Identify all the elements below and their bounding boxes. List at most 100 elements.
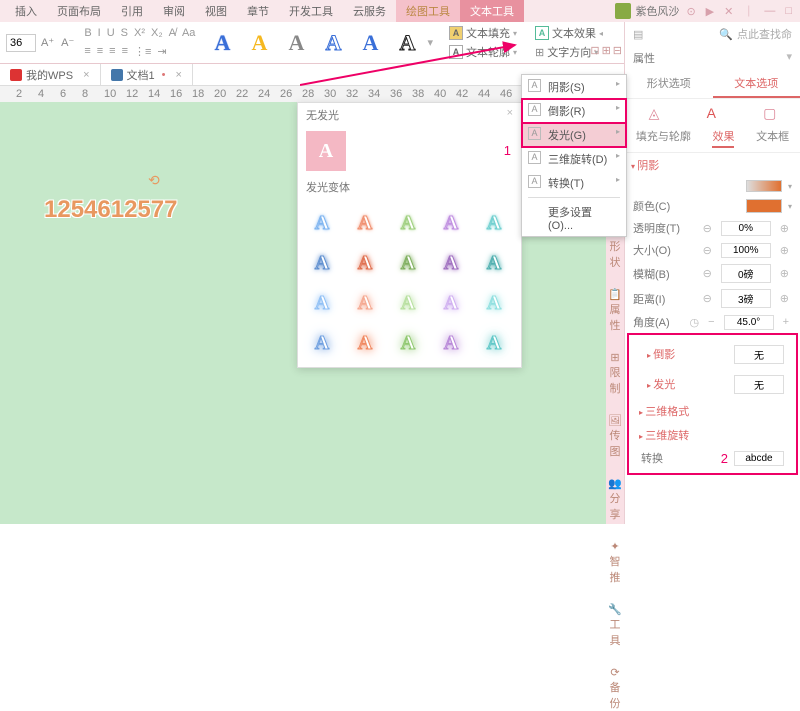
sect-glow[interactable]: 发光 xyxy=(641,372,728,396)
case-icon[interactable]: Aa xyxy=(180,25,197,41)
rotate-handle[interactable] xyxy=(148,172,158,182)
avatar[interactable] xyxy=(615,3,631,19)
maximize-icon[interactable]: □ xyxy=(782,5,795,17)
glow-option[interactable]: A xyxy=(390,325,426,361)
tab-text-tools[interactable]: 文本工具 xyxy=(460,0,524,22)
close-icon[interactable]: × xyxy=(175,69,181,81)
italic-icon[interactable]: I xyxy=(96,25,103,41)
panel-search[interactable]: ▤🔍点此查找命 xyxy=(625,22,800,46)
style-a[interactable]: A xyxy=(279,28,313,58)
ptab-shape[interactable]: 形状选项 xyxy=(625,70,713,98)
super-icon[interactable]: X² xyxy=(132,25,147,41)
align-center-icon[interactable]: ≡ xyxy=(95,43,105,60)
clear-icon[interactable]: A̸ xyxy=(167,25,178,41)
inc-size-icon[interactable]: A⁺ xyxy=(39,35,56,50)
glow-none[interactable]: A xyxy=(306,131,346,171)
plus-icon[interactable]: ⊕ xyxy=(777,244,792,257)
mi-reflect[interactable]: 倒影(R) xyxy=(522,99,626,123)
sect-shadow[interactable]: 阴影 xyxy=(625,153,800,177)
sect-transform[interactable]: 转换 xyxy=(641,450,715,466)
doc-tab-wps[interactable]: 我的WPS× xyxy=(0,64,101,86)
win-icon[interactable]: ✕ xyxy=(721,5,736,18)
sb-backup[interactable]: ⟳备份 xyxy=(606,666,624,711)
minus-icon[interactable]: ⊖ xyxy=(700,244,715,257)
sublbl-effect[interactable]: 效果 xyxy=(712,128,734,148)
glow-option[interactable]: A xyxy=(433,285,469,321)
mi-more[interactable]: 更多设置(O)... xyxy=(522,200,626,236)
glow-option[interactable]: A xyxy=(433,325,469,361)
val-none[interactable]: 无 xyxy=(734,375,784,394)
expand-icon[interactable]: ▾ xyxy=(427,36,433,49)
glow-option[interactable]: A xyxy=(390,205,426,241)
color-swatch[interactable] xyxy=(746,199,782,213)
tab-cloud[interactable]: 云服务 xyxy=(343,0,396,22)
tab-view[interactable]: 视图 xyxy=(195,0,237,22)
indent-icon[interactable]: ⇥ xyxy=(155,43,168,60)
sb-share[interactable]: 👥分享 xyxy=(606,477,624,522)
sb-tool[interactable]: 🔧工具 xyxy=(606,603,624,648)
align-justify-icon[interactable]: ≡ xyxy=(120,43,130,60)
doc-tab-1[interactable]: 文档1•× xyxy=(101,64,193,86)
close-icon[interactable]: × xyxy=(507,107,513,123)
sect-reflect[interactable]: 倒影 xyxy=(641,342,728,366)
val-size[interactable]: 100% xyxy=(721,243,771,258)
glow-option[interactable]: A xyxy=(304,325,340,361)
glow-option[interactable]: A xyxy=(390,245,426,281)
win-icon[interactable]: ｜ xyxy=(740,3,757,19)
misc-icon[interactable]: ⊞ xyxy=(602,44,611,57)
glow-option[interactable]: A xyxy=(304,205,340,241)
dropdown-icon[interactable]: ▾ xyxy=(786,50,792,66)
minus-icon[interactable]: ⊖ xyxy=(700,267,715,280)
glow-option[interactable]: A xyxy=(476,245,512,281)
glow-option[interactable]: A xyxy=(304,245,340,281)
val-opacity[interactable]: 0% xyxy=(721,221,771,236)
sb-prop[interactable]: 📋属性 xyxy=(606,288,624,333)
sb-legend[interactable]: 🖼传图 xyxy=(606,414,624,459)
glow-option[interactable]: A xyxy=(433,245,469,281)
effect-icon[interactable]: A xyxy=(707,105,716,122)
plus-icon[interactable]: ⊕ xyxy=(777,222,792,235)
minimize-icon[interactable]: — xyxy=(761,5,778,17)
glow-option[interactable]: A xyxy=(347,285,383,321)
dial-icon[interactable]: ◷ xyxy=(690,316,700,329)
sublbl-fill[interactable]: 填充与轮廓 xyxy=(636,128,691,148)
close-icon[interactable]: × xyxy=(83,69,89,81)
minus-icon[interactable]: − xyxy=(705,316,717,328)
val-abcde[interactable]: abcde xyxy=(734,451,784,466)
tab-chapter[interactable]: 章节 xyxy=(237,0,279,22)
style-a[interactable]: A xyxy=(316,28,350,58)
ptab-text[interactable]: 文本选项 xyxy=(713,70,800,98)
glow-option[interactable]: A xyxy=(476,285,512,321)
sect-3dformat[interactable]: 三维格式 xyxy=(633,399,792,423)
val-none[interactable]: 无 xyxy=(734,345,784,364)
val-angle[interactable]: 45.0° xyxy=(724,315,774,330)
align-right-icon[interactable]: ≡ xyxy=(107,43,117,60)
text-effect[interactable]: A文本效果◂ xyxy=(531,24,607,42)
glow-option[interactable]: A xyxy=(390,285,426,321)
sect-3drotate[interactable]: 三维旋转 xyxy=(633,423,792,447)
win-icon[interactable]: ⊙ xyxy=(683,5,698,18)
glow-option[interactable]: A xyxy=(347,245,383,281)
font-size-input[interactable]: 36 xyxy=(6,34,36,52)
mi-rotate3d[interactable]: 三维旋转(D) xyxy=(522,147,626,171)
val-distance[interactable]: 3磅 xyxy=(721,289,771,308)
tab-insert[interactable]: 插入 xyxy=(5,0,47,22)
tab-ref[interactable]: 引用 xyxy=(111,0,153,22)
win-icon[interactable]: ▶ xyxy=(703,5,717,18)
glow-option[interactable]: A xyxy=(433,205,469,241)
misc-icon[interactable]: ⊡ xyxy=(590,44,599,57)
tab-draw-tools[interactable]: 绘图工具 xyxy=(396,0,460,22)
tab-layout[interactable]: 页面布局 xyxy=(47,0,111,22)
underline-icon[interactable]: U xyxy=(105,25,117,41)
plus-icon[interactable]: + xyxy=(780,316,792,328)
align-left-icon[interactable]: ≡ xyxy=(82,43,92,60)
style-a[interactable]: A xyxy=(242,28,276,58)
fill-icon[interactable]: ◬ xyxy=(649,105,660,122)
tab-review[interactable]: 审阅 xyxy=(153,0,195,22)
plus-icon[interactable]: ⊕ xyxy=(777,267,792,280)
sb-limit[interactable]: ⊞限制 xyxy=(606,351,624,396)
minus-icon[interactable]: ⊖ xyxy=(700,222,715,235)
glow-option[interactable]: A xyxy=(304,285,340,321)
text-outline[interactable]: A文本轮廓▾ xyxy=(445,43,521,61)
glow-option[interactable]: A xyxy=(347,325,383,361)
